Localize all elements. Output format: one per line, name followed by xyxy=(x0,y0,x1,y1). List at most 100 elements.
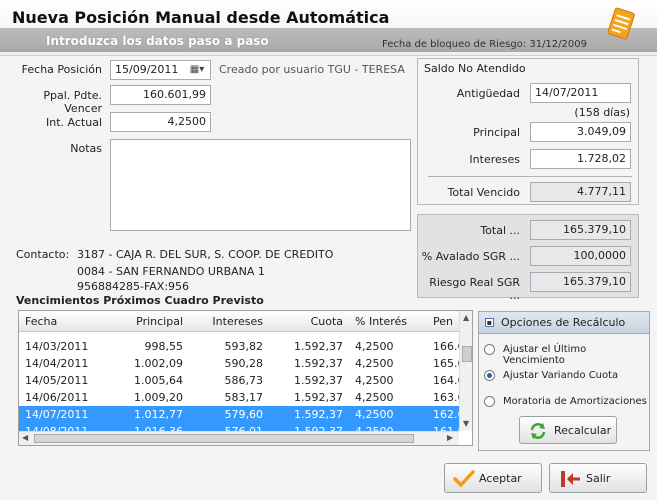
table-row[interactable]: 14/03/2011 998,55 593,82 1.592,37 4,2500 166.… xyxy=(19,338,459,355)
cell-fecha: 14/06/2011 xyxy=(25,391,89,404)
riesgo-real-label: Riesgo Real SGR ... xyxy=(429,276,520,302)
refresh-icon xyxy=(530,423,546,439)
dialog-subtitle: Introduzca los datos paso a paso xyxy=(46,34,269,48)
saldo-separator xyxy=(428,176,632,177)
recalcular-label: Recalcular xyxy=(554,424,612,437)
cell-interes-pct: 4,2500 xyxy=(355,357,394,370)
notas-textarea[interactable] xyxy=(110,139,411,231)
lock-date-text: Fecha de bloqueo de Riesgo: 31/12/2009 xyxy=(382,39,587,50)
document-icon xyxy=(607,7,635,40)
col-pendiente[interactable]: Pen xyxy=(433,313,459,330)
col-cuota[interactable]: Cuota xyxy=(267,313,343,330)
radio-moratoria[interactable] xyxy=(484,396,495,407)
fecha-posicion-label: Fecha Posición xyxy=(21,63,102,76)
exit-icon xyxy=(561,471,580,487)
principal-input[interactable]: 3.049,09 xyxy=(530,122,631,142)
cell-intereses: 593,82 xyxy=(224,340,264,353)
intereses-input[interactable]: 1.728,02 xyxy=(530,149,631,169)
dialog-title: Nueva Posición Manual desde Automática xyxy=(12,8,390,27)
aceptar-button[interactable]: Aceptar xyxy=(444,463,542,493)
checkmark-icon xyxy=(453,470,475,487)
salir-button[interactable]: Salir xyxy=(549,463,647,493)
cell-intereses: 586,73 xyxy=(224,374,264,387)
calendar-dropdown-icon[interactable]: ▦▾ xyxy=(186,61,208,79)
collapse-icon[interactable]: ▪ xyxy=(485,318,494,327)
cell-interes-pct: 4,2500 xyxy=(355,374,394,387)
opt-ultimo-vencimiento-label[interactable]: Ajustar el Último Vencimiento xyxy=(503,344,649,366)
ppal-pdte-vencer-label: Ppal. Pdte. Vencer xyxy=(43,89,102,115)
table-header: Fecha Principal Intereses Cuota % Interé… xyxy=(19,311,459,332)
col-interes-pct[interactable]: % Interés xyxy=(355,313,415,330)
table-row[interactable]: 14/07/2011 1.012,77 579,60 1.592,37 4,2500 16… xyxy=(19,406,459,423)
cell-principal: 998,55 xyxy=(144,340,184,353)
cell-pendiente: 163.6 xyxy=(433,391,459,404)
hscroll-thumb[interactable] xyxy=(34,434,414,443)
col-principal[interactable]: Principal xyxy=(109,313,183,330)
cell-principal: 1.012,77 xyxy=(134,408,183,421)
antiguedad-input[interactable]: 14/07/2011 xyxy=(530,83,631,103)
scroll-thumb[interactable] xyxy=(462,346,472,362)
scroll-left-icon[interactable]: ◀ xyxy=(22,433,28,442)
notas-label: Notas xyxy=(70,142,102,155)
intereses-label: Intereses xyxy=(469,153,520,166)
salir-label: Salir xyxy=(586,472,611,485)
opt-moratoria-label[interactable]: Moratoria de Amortizaciones xyxy=(503,396,647,407)
cell-interes-pct: 4,2500 xyxy=(355,408,394,421)
contacto-label: Contacto: xyxy=(16,248,70,261)
cell-pendiente: 164.6 xyxy=(433,374,459,387)
cell-cuota: 1.592,37 xyxy=(294,408,343,421)
opciones-header[interactable]: ▪ Opciones de Recálculo xyxy=(479,312,649,334)
cell-cuota: 1.592,37 xyxy=(294,340,343,353)
cell-interes-pct: 4,2500 xyxy=(355,340,394,353)
cell-pendiente: 165.6 xyxy=(433,357,459,370)
cell-interes-pct: 4,2500 xyxy=(355,391,394,404)
contacto-line-3: 956884285-FAX:956 xyxy=(77,280,190,293)
antiguedad-label: Antigüedad xyxy=(456,87,520,100)
total-label: Total ... xyxy=(480,224,520,237)
principal-label: Principal xyxy=(473,126,520,139)
scroll-down-icon[interactable]: ▼ xyxy=(463,419,469,428)
cell-principal: 1.005,64 xyxy=(134,374,183,387)
cell-cuota: 1.592,37 xyxy=(294,357,343,370)
cell-intereses: 579,60 xyxy=(224,408,264,421)
int-actual-input[interactable]: 4,2500 xyxy=(110,112,211,132)
scroll-right-icon[interactable]: ▶ xyxy=(447,433,453,442)
cell-fecha: 14/07/2011 xyxy=(25,408,89,421)
table-horizontal-scrollbar[interactable]: ◀ ▶ xyxy=(19,431,459,445)
radio-variando-cuota[interactable] xyxy=(484,370,495,381)
aceptar-label: Aceptar xyxy=(479,472,522,485)
cell-intereses: 583,17 xyxy=(224,391,264,404)
cell-fecha: 14/03/2011 xyxy=(25,340,89,353)
avalado-value: 100,0000 xyxy=(530,246,631,266)
cell-fecha: 14/05/2011 xyxy=(25,374,89,387)
cell-fecha: 14/04/2011 xyxy=(25,357,89,370)
opciones-recalculo-panel: ▪ Opciones de Recálculo Ajustar el Últim… xyxy=(478,311,650,451)
cell-pendiente: 162.6 xyxy=(433,408,459,421)
recalcular-button[interactable]: Recalcular xyxy=(519,416,617,444)
col-intereses[interactable]: Intereses xyxy=(187,313,263,330)
contacto-line-2: 0084 - SAN FERNANDO URBANA 1 xyxy=(77,265,265,278)
col-fecha[interactable]: Fecha xyxy=(25,313,105,330)
vencimientos-title: Vencimientos Próximos Cuadro Previsto xyxy=(16,294,264,307)
dias-text: (158 días) xyxy=(574,106,630,119)
avalado-label: % Avalado SGR ... xyxy=(421,250,520,263)
table-vertical-scrollbar[interactable]: ▲ ▼ xyxy=(459,311,472,431)
table-row[interactable]: 14/05/2011 1.005,64 586,73 1.592,37 4,2500 16… xyxy=(19,372,459,389)
opt-variando-cuota-label[interactable]: Ajustar Variando Cuota xyxy=(503,370,618,381)
contacto-line-1: 3187 - CAJA R. DEL SUR, S. COOP. DE CRED… xyxy=(77,248,334,261)
saldo-group-title: Saldo No Atendido xyxy=(424,62,526,75)
dialog-header: Nueva Posición Manual desde Automática I… xyxy=(0,0,657,56)
cell-principal: 1.002,09 xyxy=(134,357,183,370)
radio-ultimo-vencimiento[interactable] xyxy=(484,344,495,355)
total-vencido-label: Total Vencido xyxy=(447,186,520,199)
vencimientos-table[interactable]: Fecha Principal Intereses Cuota % Interé… xyxy=(18,310,473,446)
table-row[interactable]: 14/06/2011 1.009,20 583,17 1.592,37 4,2500 16… xyxy=(19,389,459,406)
scroll-up-icon[interactable]: ▲ xyxy=(463,313,469,322)
total-vencido-value: 4.777,11 xyxy=(530,182,631,202)
cell-cuota: 1.592,37 xyxy=(294,374,343,387)
total-value: 165.379,10 xyxy=(530,220,631,240)
table-row[interactable]: 14/04/2011 1.002,09 590,28 1.592,37 4,2500 16… xyxy=(19,355,459,372)
ppal-pdte-vencer-input[interactable]: 160.601,99 xyxy=(110,85,211,105)
riesgo-real-value: 165.379,10 xyxy=(530,272,631,292)
cell-cuota: 1.592,37 xyxy=(294,391,343,404)
